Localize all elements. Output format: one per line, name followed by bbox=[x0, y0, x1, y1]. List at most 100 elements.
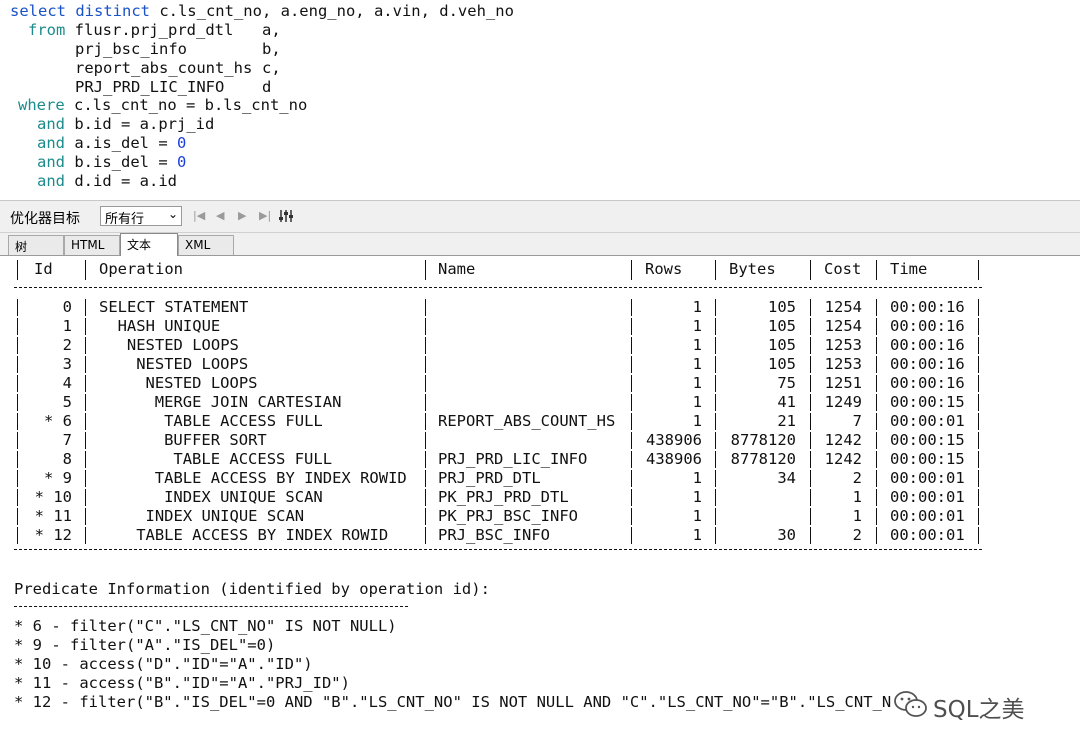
row-cost: 1253 bbox=[824, 336, 862, 354]
sql-alias: a, bbox=[262, 21, 281, 39]
column-divider bbox=[85, 432, 86, 449]
row-rows: 1 bbox=[692, 298, 702, 316]
row-name: PRJ_PRD_DTL bbox=[438, 469, 541, 487]
sql-alias: b, bbox=[262, 40, 281, 58]
column-divider bbox=[17, 375, 18, 392]
row-operation: INDEX UNIQUE SCAN bbox=[164, 488, 323, 506]
row-time: 00:00:01 bbox=[890, 488, 965, 506]
column-divider bbox=[631, 508, 632, 525]
sql-alias: c, bbox=[262, 59, 281, 77]
column-divider bbox=[425, 489, 426, 506]
row-cost: 1242 bbox=[824, 431, 862, 449]
column-divider bbox=[85, 489, 86, 506]
last-record-icon[interactable]: ▶| bbox=[259, 209, 271, 222]
row-cost: 1254 bbox=[824, 317, 862, 335]
sql-line: and b.is_del = 0 bbox=[37, 153, 186, 172]
column-divider bbox=[85, 337, 86, 354]
column-divider bbox=[425, 394, 426, 411]
column-divider bbox=[631, 413, 632, 430]
sql-keyword: select distinct bbox=[10, 2, 150, 20]
column-divider bbox=[85, 413, 86, 430]
row-time: 00:00:01 bbox=[890, 469, 965, 487]
table-separator bbox=[14, 287, 982, 288]
column-divider bbox=[978, 260, 979, 280]
column-divider bbox=[876, 394, 877, 411]
row-bytes: 105 bbox=[768, 317, 796, 335]
column-divider bbox=[17, 260, 18, 280]
row-time: 00:00:01 bbox=[890, 507, 965, 525]
column-divider bbox=[715, 394, 716, 411]
settings-icon[interactable] bbox=[278, 208, 294, 224]
row-name: PK_PRJ_BSC_INFO bbox=[438, 507, 578, 525]
sql-table: prj_bsc_info bbox=[75, 40, 187, 58]
row-time: 00:00:16 bbox=[890, 355, 965, 373]
column-divider bbox=[425, 337, 426, 354]
sql-alias: d bbox=[262, 78, 272, 96]
sql-number: 0 bbox=[176, 153, 187, 171]
column-divider bbox=[876, 508, 877, 525]
row-cost: 1251 bbox=[824, 374, 862, 392]
column-divider bbox=[876, 260, 877, 280]
row-time: 00:00:15 bbox=[890, 393, 965, 411]
row-id: 7 bbox=[62, 431, 72, 449]
tab-html[interactable]: HTML bbox=[64, 235, 120, 255]
column-divider bbox=[810, 260, 811, 280]
row-rows: 1 bbox=[692, 374, 702, 392]
column-divider bbox=[978, 299, 979, 316]
column-divider bbox=[85, 299, 86, 316]
sql-line: and b.id = a.prj_id bbox=[37, 115, 214, 134]
optimizer-goal-select[interactable]: 所有行 ⌄ bbox=[100, 206, 182, 227]
column-divider bbox=[631, 451, 632, 468]
sql-table: flusr.prj_prd_dtl bbox=[74, 21, 234, 39]
row-id: 2 bbox=[62, 336, 72, 354]
sql-table: report_abs_count_hs bbox=[75, 59, 253, 77]
execution-plan-text[interactable]: Id Operation Name Rows Bytes Cost Time 0… bbox=[0, 256, 1080, 753]
row-time: 00:00:16 bbox=[890, 336, 965, 354]
tab-xml[interactable]: XML bbox=[178, 235, 234, 255]
row-id: 0 bbox=[62, 298, 72, 316]
column-divider bbox=[631, 432, 632, 449]
table-separator bbox=[14, 549, 982, 550]
row-name: PRJ_PRD_LIC_INFO bbox=[438, 450, 588, 468]
column-divider bbox=[715, 375, 716, 392]
sql-text: b.is_del = bbox=[65, 153, 177, 171]
header-name: Name bbox=[438, 260, 476, 278]
row-bytes: 8778120 bbox=[730, 431, 796, 449]
sql-editor[interactable]: select distinct c.ls_cnt_no, a.eng_no, a… bbox=[0, 0, 1080, 201]
sql-table: PRJ_PRD_LIC_INFO bbox=[75, 78, 225, 96]
column-divider bbox=[810, 489, 811, 506]
row-rows: 438906 bbox=[646, 431, 702, 449]
row-bytes: 30 bbox=[777, 526, 796, 544]
row-time: 00:00:01 bbox=[890, 412, 965, 430]
sql-line: where c.ls_cnt_no = b.ls_cnt_no bbox=[18, 96, 307, 115]
sql-keyword: and bbox=[37, 153, 65, 171]
plan-view-tabs: 树 HTML 文本 XML bbox=[0, 233, 1080, 256]
column-divider bbox=[17, 337, 18, 354]
first-record-icon[interactable]: |◀ bbox=[193, 209, 205, 222]
header-bytes: Bytes bbox=[729, 260, 776, 278]
sql-keyword: from bbox=[28, 21, 66, 39]
prev-record-icon[interactable]: ◀ bbox=[216, 209, 224, 222]
tab-text[interactable]: 文本 bbox=[120, 233, 178, 256]
column-divider bbox=[425, 470, 426, 487]
tab-tree[interactable]: 树 bbox=[8, 235, 64, 255]
column-divider bbox=[810, 356, 811, 373]
column-divider bbox=[17, 527, 18, 544]
sql-keyword: and bbox=[37, 172, 65, 190]
column-divider bbox=[876, 318, 877, 335]
column-divider bbox=[17, 470, 18, 487]
next-record-icon[interactable]: ▶ bbox=[238, 209, 246, 222]
column-divider bbox=[425, 260, 426, 280]
column-divider bbox=[978, 432, 979, 449]
column-divider bbox=[425, 299, 426, 316]
column-divider bbox=[715, 337, 716, 354]
column-divider bbox=[631, 489, 632, 506]
row-operation: BUFFER SORT bbox=[164, 431, 267, 449]
row-time: 00:00:16 bbox=[890, 374, 965, 392]
column-divider bbox=[85, 318, 86, 335]
header-time: Time bbox=[890, 260, 928, 278]
row-name: REPORT_ABS_COUNT_HS bbox=[438, 412, 616, 430]
row-id: 1 bbox=[62, 317, 72, 335]
row-cost: 2 bbox=[852, 469, 862, 487]
row-id: * 9 bbox=[44, 469, 72, 487]
